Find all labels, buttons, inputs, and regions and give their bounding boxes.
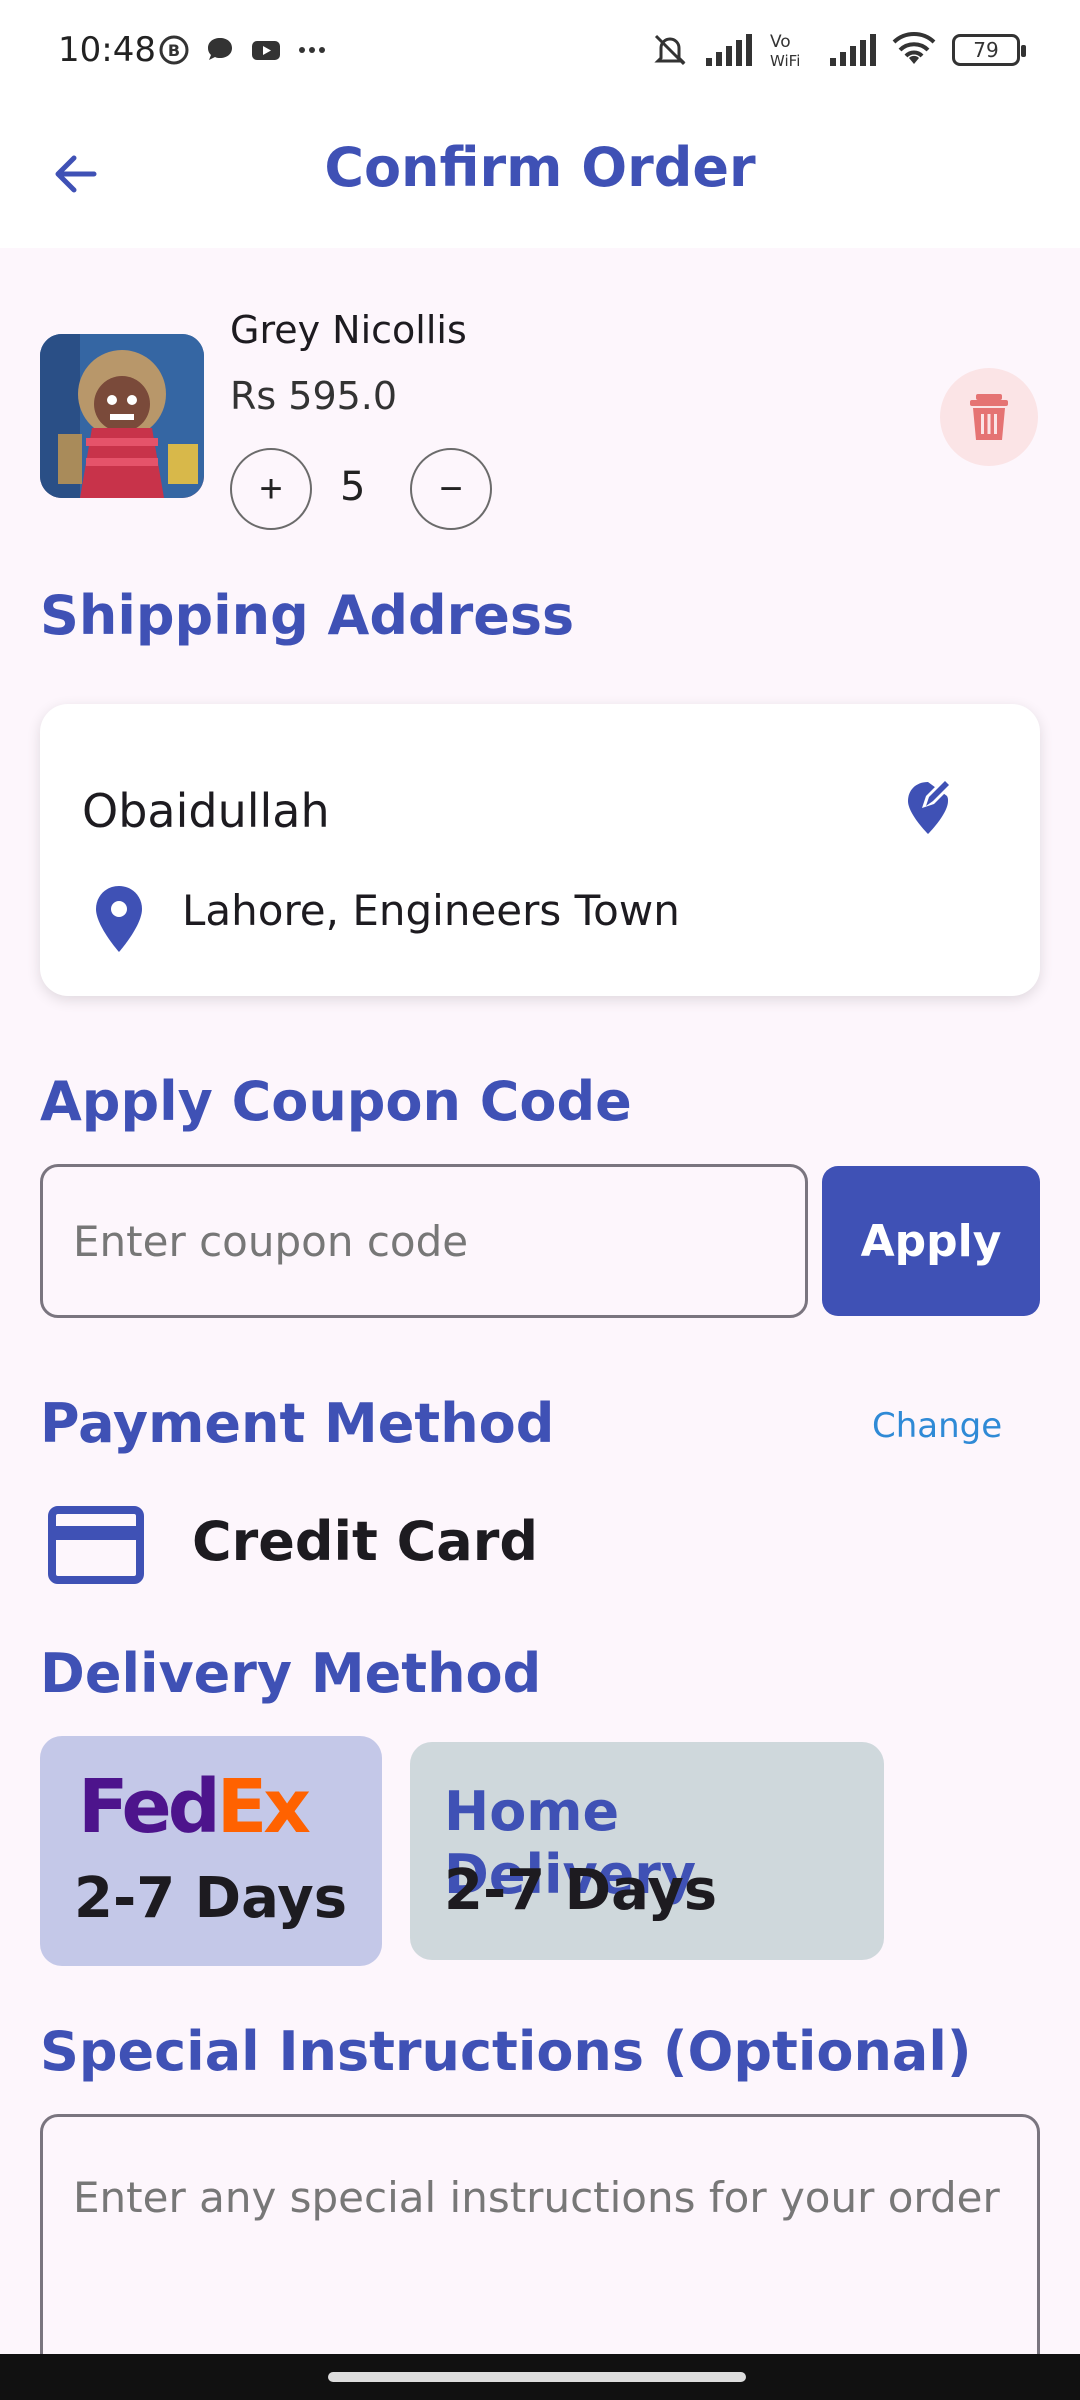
payment-method-value: Credit Card	[192, 1510, 539, 1573]
delivery-option-home[interactable]: Home Delivery 2-7 Days	[410, 1742, 884, 1960]
svg-text:B: B	[168, 41, 180, 60]
confirm-order-screen: 10:48 B Vo WiFi 79 Confirm Order Grey Ni…	[0, 0, 1080, 2400]
recipient-name: Obaidullah	[82, 784, 330, 838]
product-name: Grey Nicollis	[230, 308, 467, 352]
vowifi-icon: VoWiFi	[770, 32, 800, 70]
quantity-increase-button[interactable]: +	[230, 448, 312, 530]
coupon-code-input[interactable]	[40, 1164, 808, 1318]
battery-icon: 79	[952, 34, 1026, 66]
delete-item-button[interactable]	[940, 368, 1038, 466]
credit-card-icon	[48, 1506, 144, 1584]
special-instructions-heading: Special Instructions (Optional)	[40, 2020, 972, 2083]
silent-bell-icon	[654, 34, 686, 66]
product-price: Rs 595.0	[230, 374, 398, 418]
address-line: Lahore, Engineers Town	[182, 886, 680, 935]
home-delivery-days: 2-7 Days	[444, 1858, 718, 1923]
change-payment-link[interactable]: Change	[872, 1406, 1002, 1446]
status-bar: 10:48 B Vo WiFi 79	[0, 0, 1080, 100]
wifi-icon	[892, 32, 936, 64]
b-app-icon: B	[159, 35, 189, 65]
chat-icon	[208, 38, 232, 60]
payment-method-heading: Payment Method	[40, 1392, 555, 1455]
product-photo-icon	[40, 334, 204, 498]
svg-text:WiFi: WiFi	[770, 52, 800, 70]
apply-coupon-button[interactable]: Apply	[822, 1166, 1040, 1316]
page-title: Confirm Order	[324, 136, 756, 199]
edit-location-icon[interactable]	[902, 774, 962, 838]
shipping-address-heading: Shipping Address	[40, 584, 575, 647]
signal-icon-2	[830, 34, 876, 66]
svg-text:Vo: Vo	[770, 32, 791, 52]
home-indicator[interactable]	[328, 2372, 746, 2382]
youtube-icon	[252, 41, 280, 60]
signal-icon	[706, 34, 752, 66]
app-bar: Confirm Order	[0, 100, 1080, 248]
quantity-decrease-button[interactable]: −	[410, 448, 492, 530]
coupon-heading: Apply Coupon Code	[40, 1070, 632, 1133]
delivery-option-fedex[interactable]: FedEx 2-7 Days	[40, 1736, 382, 1966]
system-icons: Vo WiFi 79	[652, 30, 1026, 70]
fedex-logo: FedEx	[78, 1764, 311, 1850]
location-pin-icon	[96, 886, 142, 952]
status-time: 10:48	[58, 30, 156, 70]
trash-icon	[970, 394, 1008, 440]
more-icon	[299, 47, 325, 53]
product-image	[40, 334, 204, 498]
fedex-delivery-days: 2-7 Days	[74, 1866, 348, 1931]
system-nav-bar	[0, 2354, 1080, 2400]
delivery-method-heading: Delivery Method	[40, 1642, 542, 1705]
notification-icons: B	[158, 34, 328, 66]
quantity-value: 5	[340, 464, 366, 510]
shipping-address-card[interactable]: Obaidullah Lahore, Engineers Town	[40, 704, 1040, 996]
